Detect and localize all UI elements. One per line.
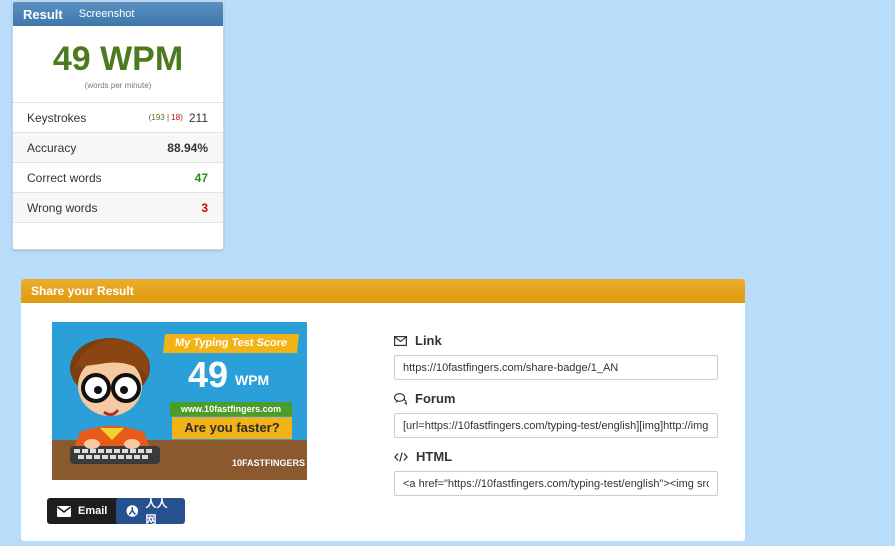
correct-words-label: Correct words [27,170,102,185]
result-panel: Result Screenshot 49 WPM (words per minu… [12,1,224,250]
share-header: Share your Result [21,279,745,303]
wpm-subtitle: (words per minute) [84,81,152,90]
tab-result[interactable]: Result [13,7,73,22]
forum-field[interactable] [394,413,718,438]
html-field[interactable] [394,471,718,496]
row-correct-words: Correct words 47 [13,163,223,193]
badge-wpm-number: 49 [188,354,229,395]
wpm-block: 49 WPM (words per minute) [13,26,223,103]
accuracy-value: 88.94% [167,140,208,155]
html-label-text: HTML [416,449,453,464]
badge-brand-logo: 10FASTFINGERS [232,458,305,468]
renren-button-label: 人人网 [145,498,168,526]
share-panel: Share your Result My Typing Test Score 4… [21,279,745,541]
correct-words-value: 47 [194,170,208,185]
row-keystrokes: Keystrokes (193 | 18) 211 [13,103,223,133]
result-tabs: Result Screenshot [13,2,223,26]
link-label: Link [394,333,442,348]
row-wrong-words: Wrong words 3 [13,193,223,223]
keystrokes-wrong: 18 [171,113,181,122]
comments-icon [394,392,407,405]
accuracy-label: Accuracy [27,140,77,155]
wrong-words-label: Wrong words [27,200,98,215]
badge-title: My Typing Test Score [163,334,299,353]
badge-url: www.10fastfingers.com [170,402,292,416]
html-label: HTML [394,449,452,464]
score-badge-image[interactable]: My Typing Test Score 49 WPM www.10fastfi… [52,322,307,480]
envelope-icon [57,505,71,517]
wpm-score: 49 WPM [52,40,184,78]
forum-label: Forum [394,391,455,406]
result-rows: Keystrokes (193 | 18) 211 Accuracy 88.94… [13,103,223,223]
renren-icon [126,505,139,517]
row-accuracy: Accuracy 88.94% [13,133,223,163]
renren-share-button[interactable]: 人人网 [116,498,185,526]
typing-character-illustration [70,338,160,464]
badge-cta: Are you faster? [172,417,292,439]
email-button-label: Email [78,505,108,517]
keystrokes-total: 211 [188,110,208,125]
envelope-icon [394,335,407,346]
tab-screenshot[interactable]: Screenshot [73,8,141,20]
forum-label-text: Forum [415,391,456,406]
code-icon [394,451,408,462]
link-label-text: Link [415,333,442,348]
wrong-words-value: 3 [201,200,208,215]
link-field[interactable] [394,355,718,380]
keystrokes-detail: (193 | 18) [148,113,183,122]
keystrokes-correct: 193 [151,113,165,122]
badge-brand-prefix: 10 [232,458,243,468]
keystrokes-separator: | [166,113,170,122]
keystrokes-label: Keystrokes [27,110,87,125]
badge-brand-name: FASTFINGERS [242,458,306,468]
badge-wpm-unit: WPM [235,372,270,388]
email-share-button[interactable]: Email [47,498,120,524]
